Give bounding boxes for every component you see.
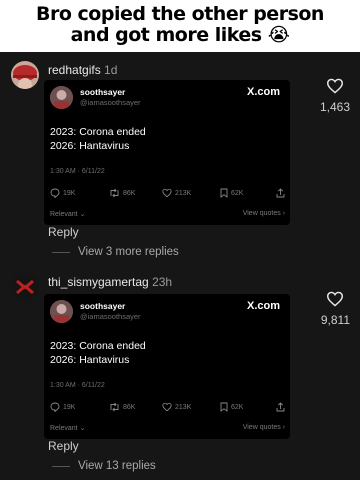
repost-icon: [110, 188, 119, 198]
meme-caption: Bro copied the other person and got more…: [0, 0, 360, 52]
reply-count: 19K: [63, 189, 76, 197]
reply-stat: 19K: [50, 188, 75, 198]
reply-button[interactable]: Reply: [48, 439, 79, 453]
likes-count: 213K: [175, 189, 192, 197]
reply-icon: [50, 188, 60, 198]
sort-relevant: Relevant ⌄: [50, 211, 86, 218]
bookmark-count: 62K: [231, 189, 244, 197]
reply-stat: 19K: [50, 402, 75, 412]
crying-emoji: 😭: [267, 24, 290, 46]
heart-icon[interactable]: [326, 291, 344, 307]
tweet-author-handle: @iamasoothsayer: [80, 312, 141, 321]
like-count: 1,463: [319, 100, 350, 114]
tweet-text-line-1: 2023: Corona ended: [50, 126, 146, 138]
repost-stat: 86K: [109, 402, 135, 412]
tweet-text-line-2: 2026: Hantavirus: [50, 140, 130, 152]
reply-count: 19K: [63, 403, 76, 411]
tweet-author-name: soothsayer: [80, 301, 126, 311]
heart-icon[interactable]: [326, 78, 344, 94]
bookmark-count: 62K: [231, 403, 244, 411]
tweet-avatar: [50, 86, 73, 109]
tweet-avatar: [50, 300, 73, 323]
heart-icon: [162, 188, 172, 198]
like-count: 9,811: [320, 313, 350, 327]
repost-icon: [110, 402, 119, 412]
divider: [52, 251, 70, 253]
reply-button[interactable]: Reply: [48, 225, 79, 239]
tweet-screenshot: soothsayer @iamasoothsayer X.com 2023: C…: [44, 294, 290, 439]
share-icon: [276, 188, 285, 198]
x-logo: X.com: [246, 300, 280, 312]
bookmark-icon: [220, 402, 228, 412]
likes-stat: 213K: [162, 188, 191, 198]
bookmark-stat: 62K: [220, 402, 243, 412]
tweet-author-handle: @iamasoothsayer: [80, 98, 141, 107]
view-replies-label: View 3 more replies: [78, 246, 179, 258]
tweet-author-name: soothsayer: [80, 87, 126, 97]
share-icon: [276, 402, 285, 412]
divider: [52, 465, 70, 467]
caption-line-2: and got more likes: [70, 24, 262, 46]
repost-count: 86K: [123, 189, 136, 197]
view-quotes-link: View quotes ›: [242, 424, 285, 431]
view-replies-link[interactable]: View 13 replies: [52, 460, 156, 472]
tweet-screenshot: soothsayer @iamasoothsayer X.com 2023: C…: [44, 80, 290, 225]
tweet-text-line-1: 2023: Corona ended: [50, 340, 146, 352]
share-stat: [276, 188, 285, 198]
share-stat: [276, 402, 285, 412]
repost-count: 86K: [123, 403, 136, 411]
avatar[interactable]: [11, 61, 39, 89]
likes-count: 213K: [175, 403, 192, 411]
tweet-timestamp: 1:30 AM · 6/11/22: [50, 382, 105, 389]
view-quotes-link: View quotes ›: [242, 210, 285, 217]
bookmark-icon: [220, 188, 228, 198]
avatar[interactable]: [11, 273, 39, 301]
repost-stat: 86K: [109, 188, 135, 198]
comment-time: 1d: [104, 63, 118, 77]
comment-username[interactable]: redhatgifs: [48, 63, 101, 77]
tweet-text-line-2: 2026: Hantavirus: [50, 354, 130, 366]
view-replies-label: View 13 replies: [78, 460, 156, 472]
tweet-timestamp: 1:30 AM · 6/11/22: [50, 168, 105, 175]
sort-relevant: Relevant ⌄: [50, 425, 86, 432]
view-replies-link[interactable]: View 3 more replies: [52, 246, 179, 258]
bookmark-stat: 62K: [220, 188, 243, 198]
comment-time: 23h: [152, 275, 173, 289]
caption-line-1: Bro copied the other person: [36, 3, 324, 25]
heart-icon: [162, 402, 172, 412]
likes-stat: 213K: [162, 402, 191, 412]
reply-icon: [50, 402, 60, 412]
x-logo: X.com: [246, 86, 280, 98]
comment-username[interactable]: thi_sismygamertag: [48, 275, 149, 289]
